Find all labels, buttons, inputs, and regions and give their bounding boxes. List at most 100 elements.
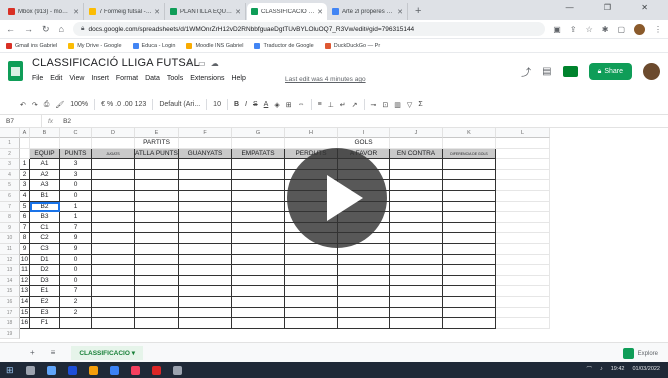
activity-trend-icon[interactable]: ⤴ [521,64,531,79]
borders-icon[interactable]: ⊞ [286,101,292,109]
grid-corner[interactable] [0,128,20,138]
cell[interactable] [179,180,232,191]
cell[interactable] [390,265,443,276]
row-header[interactable]: 6 [0,191,20,202]
row-header[interactable]: 11 [0,244,20,255]
cell[interactable] [443,180,496,191]
points-cell[interactable]: 0 [60,265,92,276]
cell[interactable] [496,201,550,213]
app-icon[interactable] [172,365,182,375]
cell[interactable] [338,275,390,287]
cell[interactable] [338,254,390,266]
font-select[interactable]: Default (Ari... [159,101,200,108]
menu-item-extensions[interactable]: Extensions [190,75,224,82]
search-icon[interactable] [25,365,35,375]
cell[interactable] [179,159,232,170]
close-icon[interactable]: ✕ [73,8,79,16]
wrap-icon[interactable]: ↵ [340,101,346,109]
file-explorer-icon[interactable] [88,365,98,375]
cell[interactable] [179,169,232,181]
column-header[interactable]: K [443,128,496,138]
cell[interactable] [232,201,285,213]
cell[interactable] [285,286,338,297]
bookmark-item[interactable]: My Drive - Google [68,42,122,49]
cell[interactable] [285,265,338,276]
bookmark-item[interactable]: Gmail ins Gabriel [6,42,57,49]
move-folder-icon[interactable]: ▭ [198,59,211,68]
browser-tab[interactable]: PLANTILLA EQUIPS FUTSAL✕ [166,3,246,20]
fill-color-icon[interactable]: ◈ [274,101,279,109]
team-cell[interactable]: C2 [30,233,60,244]
cell[interactable] [60,138,92,149]
points-cell[interactable]: 9 [60,233,92,244]
wifi-icon[interactable]: ⌒ [586,365,592,373]
bookmark-item[interactable]: Traductor de Google [254,42,314,49]
cell[interactable] [92,169,135,181]
cloud-status-icon[interactable]: ☁ [211,59,224,68]
chart-icon[interactable]: ▥ [394,101,401,109]
cell[interactable] [496,244,550,255]
row-header[interactable]: 1 [0,138,20,149]
cell[interactable] [285,318,338,329]
browser-tab-active[interactable]: CLASSIFICACIO LLIGA FUTSAL✕ [247,3,327,20]
cell[interactable] [443,254,496,266]
cell[interactable] [496,169,550,181]
team-cell[interactable]: E3 [30,307,60,319]
cell[interactable] [179,307,232,319]
browser-tab[interactable]: 7 Formeig futsal - Google✕ [85,3,165,20]
column-title[interactable]: EN CONTRA [390,148,443,160]
home-icon[interactable]: ⌂ [59,24,64,34]
cell[interactable] [179,297,232,308]
cell[interactable] [135,307,179,319]
cell[interactable] [390,159,443,170]
cell[interactable] [390,233,443,244]
points-cell[interactable]: 3 [60,159,92,170]
explore-button[interactable]: Explore [622,348,658,359]
reload-icon[interactable]: ↻ [42,24,50,35]
cell[interactable] [496,318,550,329]
task-view-icon[interactable] [46,365,56,375]
functions-icon[interactable]: Σ [418,101,422,108]
cell[interactable] [135,318,179,329]
cell[interactable] [92,159,135,170]
clock-time[interactable]: 19:42 [611,366,625,372]
cell[interactable] [390,275,443,287]
cell[interactable] [135,201,179,213]
team-cell[interactable]: A3 [30,180,60,191]
team-cell[interactable]: A2 [30,169,60,181]
column-title[interactable]: JUGATS [92,148,135,160]
cell[interactable] [496,254,550,266]
team-cell[interactable]: B1 [30,191,60,202]
position-cell[interactable]: 4 [20,191,30,202]
cell[interactable] [135,286,179,297]
bookmark-item[interactable]: Moodle INS Gabriel [186,42,243,49]
cell[interactable] [232,318,285,329]
forward-icon[interactable]: → [24,24,33,34]
row-header[interactable]: 4 [0,169,20,181]
cell[interactable] [179,265,232,276]
cell[interactable] [390,244,443,255]
row-header[interactable]: 17 [0,307,20,319]
position-cell[interactable]: 8 [20,233,30,244]
volume-icon[interactable]: ♪ [600,366,603,372]
column-header[interactable]: B [30,128,60,138]
back-icon[interactable]: ← [6,24,15,34]
cell[interactable] [179,286,232,297]
cell[interactable] [285,254,338,266]
points-cell[interactable]: 1 [60,201,92,213]
cell[interactable] [443,244,496,255]
all-sheets-icon[interactable]: ≡ [51,348,56,357]
cell[interactable] [443,318,496,329]
print-icon[interactable]: ⎙ [44,101,50,109]
cell[interactable] [92,265,135,276]
cell[interactable] [443,159,496,170]
cell[interactable] [443,191,496,202]
redo-icon[interactable]: ↷ [32,101,38,109]
column-title[interactable]: ATLLA PUNTS PER PARTIT [135,148,179,160]
cell[interactable] [232,159,285,170]
cell[interactable] [390,286,443,297]
edge-icon[interactable] [67,365,77,375]
cell[interactable] [232,307,285,319]
cell[interactable] [496,275,550,287]
cell[interactable] [232,275,285,287]
